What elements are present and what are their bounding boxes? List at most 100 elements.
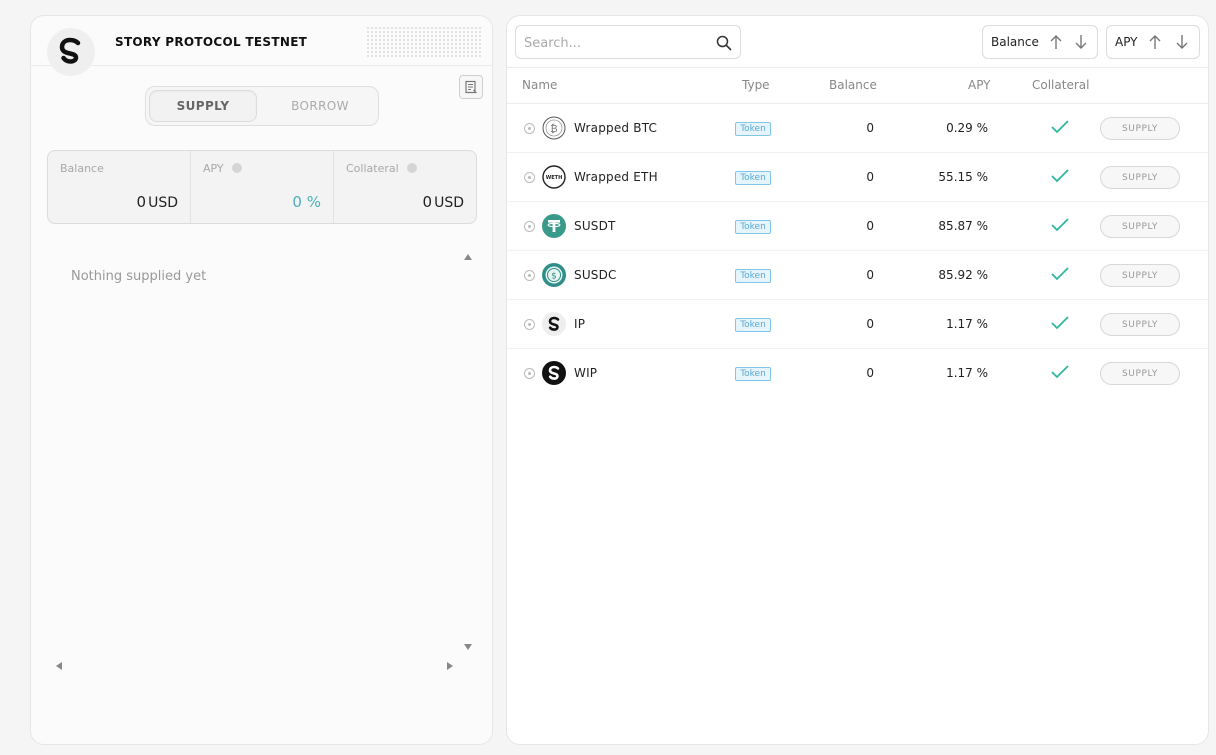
expand-row-icon[interactable] — [524, 319, 535, 330]
asset-type-badge: Token — [735, 220, 771, 234]
asset-name: IP — [574, 317, 586, 331]
empty-supplied-message: Nothing supplied yet — [71, 269, 207, 284]
decorative-pattern — [366, 26, 482, 58]
collateral-check-icon — [1051, 316, 1069, 330]
report-button[interactable] — [459, 75, 483, 99]
assets-toolbar: Balance APY — [507, 16, 1208, 68]
sort-asc-icon[interactable] — [1047, 32, 1065, 52]
expand-row-icon[interactable] — [524, 368, 535, 379]
sort-asc-icon[interactable] — [1146, 32, 1166, 52]
asset-type-badge: Token — [735, 269, 771, 283]
asset-type-badge: Token — [735, 171, 771, 185]
sort-apy-control: APY — [1106, 25, 1200, 59]
table-row[interactable]: WIP Token 0 1.17 % SUPPLY — [507, 349, 1208, 398]
asset-apy: 1.17 % — [946, 366, 988, 380]
table-row[interactable]: IP Token 0 1.17 % SUPPLY — [507, 300, 1208, 349]
sort-balance-control: Balance — [982, 25, 1098, 59]
supply-button[interactable]: SUPPLY — [1100, 313, 1180, 336]
expand-row-icon[interactable] — [524, 270, 535, 281]
expand-row-icon[interactable] — [524, 172, 535, 183]
sort-apy-label: APY — [1115, 35, 1138, 49]
table-row[interactable]: WETH Wrapped ETH Token 0 55.15 % SUPPLY — [507, 153, 1208, 202]
stat-collateral: Collateral 0 USD — [334, 151, 476, 223]
weth-icon-text: WETH — [546, 175, 563, 181]
asset-name: SUSDT — [574, 219, 616, 233]
asset-apy: 85.87 % — [938, 219, 988, 233]
tether-icon — [542, 214, 566, 238]
supply-button[interactable]: SUPPLY — [1100, 166, 1180, 189]
supply-button[interactable]: SUPPLY — [1100, 215, 1180, 238]
column-collateral[interactable]: Collateral — [1032, 78, 1089, 92]
asset-balance: 0 — [866, 170, 874, 184]
apy-label-text: APY — [203, 162, 224, 175]
column-balance[interactable]: Balance — [829, 78, 877, 92]
collateral-check-icon — [1051, 218, 1069, 232]
table-row[interactable]: $ SUSDC Token 0 85.92 % SUPPLY — [507, 251, 1208, 300]
svg-text:$: $ — [551, 272, 557, 282]
scroll-up-arrow-icon[interactable] — [464, 254, 472, 260]
summary-stats: Balance 0 USD APY 0 % Collateral 0 USD — [47, 150, 477, 224]
supply-panel: STORY PROTOCOL TESTNET SUPPLY BORROW Bal… — [30, 15, 493, 745]
search-icon[interactable] — [716, 35, 732, 51]
asset-name: WIP — [574, 366, 598, 380]
network-title: STORY PROTOCOL TESTNET — [115, 35, 308, 49]
asset-type-badge: Token — [735, 367, 771, 381]
table-header: Name Type Balance APY Collateral — [507, 68, 1208, 104]
supply-borrow-toggle: SUPPLY BORROW — [145, 86, 379, 126]
stat-collateral-label: Collateral — [346, 162, 417, 175]
assets-panel: Balance APY Name Type Balance APY Collat… — [506, 15, 1209, 745]
scroll-down-arrow-icon[interactable] — [464, 644, 472, 650]
wbtc-icon: ₿ — [542, 116, 566, 140]
info-icon[interactable] — [231, 163, 242, 173]
collateral-label-text: Collateral — [346, 162, 399, 175]
stat-apy-value: 0 % — [292, 193, 321, 211]
table-row[interactable]: ₿ Wrapped BTC Token 0 0.29 % SUPPLY — [507, 104, 1208, 153]
expand-row-icon[interactable] — [524, 221, 535, 232]
weth-icon: WETH — [542, 165, 566, 189]
sort-desc-icon[interactable] — [1072, 32, 1090, 52]
collateral-check-icon — [1051, 365, 1069, 379]
column-type[interactable]: Type — [742, 78, 770, 92]
story-protocol-logo — [47, 28, 95, 76]
balance-unit: USD — [148, 195, 178, 211]
info-icon[interactable] — [406, 163, 417, 173]
tab-supply[interactable]: SUPPLY — [149, 90, 257, 122]
asset-apy: 0.29 % — [946, 121, 988, 135]
stat-collateral-value: 0 USD — [423, 193, 464, 211]
stat-balance: Balance 0 USD — [48, 151, 191, 223]
asset-name: SUSDC — [574, 268, 617, 282]
expand-row-icon[interactable] — [524, 123, 535, 134]
asset-apy: 1.17 % — [946, 317, 988, 331]
asset-type-badge: Token — [735, 122, 771, 136]
search-input[interactable] — [524, 33, 704, 53]
column-name[interactable]: Name — [522, 78, 557, 92]
scroll-left-arrow-icon[interactable] — [56, 662, 62, 670]
supply-button[interactable]: SUPPLY — [1100, 117, 1180, 140]
stat-apy-label: APY — [203, 162, 242, 175]
ip-icon — [542, 312, 566, 336]
scroll-right-arrow-icon[interactable] — [447, 662, 453, 670]
wip-icon — [542, 361, 566, 385]
asset-apy: 85.92 % — [938, 268, 988, 282]
supply-button[interactable]: SUPPLY — [1100, 362, 1180, 385]
asset-balance: 0 — [866, 219, 874, 233]
asset-apy: 55.15 % — [938, 170, 988, 184]
search-box — [515, 25, 741, 59]
collateral-unit: USD — [434, 195, 464, 211]
svg-text:₿: ₿ — [550, 123, 557, 135]
supply-button[interactable]: SUPPLY — [1100, 264, 1180, 287]
asset-balance: 0 — [866, 121, 874, 135]
asset-balance: 0 — [866, 366, 874, 380]
column-apy[interactable]: APY — [968, 78, 991, 92]
tab-borrow[interactable]: BORROW — [266, 90, 374, 122]
collateral-check-icon — [1051, 169, 1069, 183]
story-logo-icon — [59, 37, 81, 64]
collateral-check-icon — [1051, 267, 1069, 281]
collateral-amount: 0 — [422, 193, 433, 211]
stat-balance-label: Balance — [60, 162, 104, 175]
usdc-icon: $ — [542, 263, 566, 287]
sort-desc-icon[interactable] — [1172, 32, 1192, 52]
table-row[interactable]: SUSDT Token 0 85.87 % SUPPLY — [507, 202, 1208, 251]
asset-balance: 0 — [866, 317, 874, 331]
collateral-check-icon — [1051, 120, 1069, 134]
